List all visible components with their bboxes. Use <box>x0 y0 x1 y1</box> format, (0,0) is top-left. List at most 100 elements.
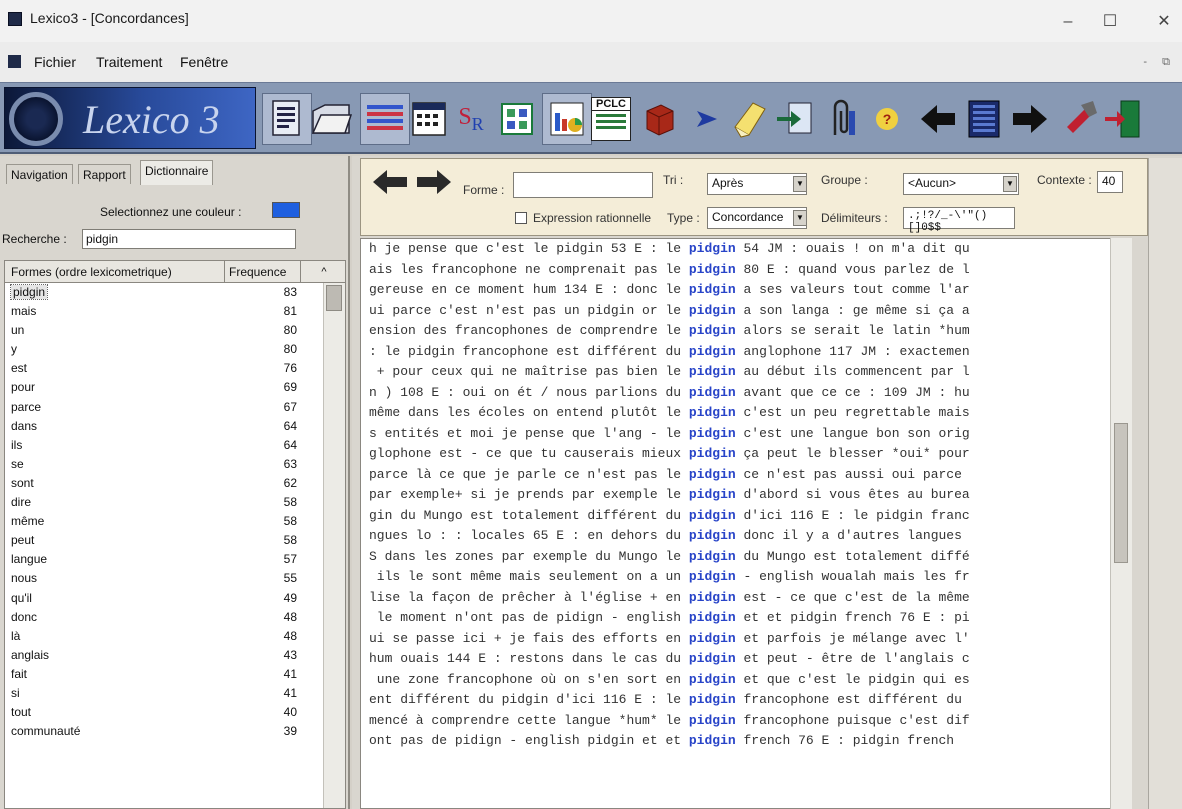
col-header-frequence[interactable]: Frequence <box>225 261 301 283</box>
delimiteurs-input[interactable]: .;!?/_-\'"()[]0$$ <box>903 207 1015 234</box>
exit-button[interactable] <box>1098 93 1148 145</box>
groupe-dropdown-icon[interactable]: ▼ <box>1003 176 1017 192</box>
concordance-line[interactable]: ui se passe ici + je fais des efforts en… <box>369 629 970 650</box>
concordance-line[interactable]: ais les francophone ne comprenait pas le… <box>369 260 970 281</box>
form-row[interactable]: peut 58 <box>5 531 323 550</box>
groupe-select[interactable]: <Aucun> <box>903 173 1019 195</box>
form-row[interactable]: fait 41 <box>5 665 323 684</box>
form-row[interactable]: ils 64 <box>5 436 323 455</box>
form-row[interactable]: qu'il 49 <box>5 589 323 608</box>
concordance-line[interactable]: glophone est - ce que tu causerais mieux… <box>369 444 970 465</box>
form-row[interactable]: dans 64 <box>5 417 323 436</box>
tri-dropdown-icon[interactable]: ▼ <box>793 176 807 192</box>
concordance-scrollbar-thumb[interactable] <box>1114 423 1128 563</box>
form-row[interactable]: est 76 <box>5 359 323 378</box>
form-row[interactable]: dire 58 <box>5 493 323 512</box>
concordance-line[interactable]: h je pense que c'est le pidgin 53 E : le… <box>369 239 970 260</box>
concordance-line[interactable]: + pour ceux qui ne maîtrise pas bien le … <box>369 362 970 383</box>
mdi-child-icon[interactable] <box>8 55 21 68</box>
type-dropdown-icon[interactable]: ▼ <box>793 210 807 226</box>
form-row[interactable]: mais 81 <box>5 302 323 321</box>
concordance-line[interactable]: ont pas de pidign - english pidgin et et… <box>369 731 970 752</box>
help-button[interactable]: ? <box>862 93 912 145</box>
tri-select[interactable]: Après <box>707 173 807 195</box>
color-swatch[interactable] <box>272 202 300 218</box>
menu-traitement[interactable]: Traitement <box>96 54 162 70</box>
forward-button[interactable] <box>1004 93 1054 145</box>
form-row[interactable]: pidgin 83 <box>5 283 323 302</box>
concordance-line[interactable]: hum ouais 144 E : restons dans le cas du… <box>369 649 970 670</box>
form-row[interactable]: si 41 <box>5 684 323 703</box>
concordance-scrollbar[interactable] <box>1110 238 1132 809</box>
concordance-line[interactable]: gereuse en ce moment hum 134 E : donc le… <box>369 280 970 301</box>
form-row[interactable]: tout 40 <box>5 703 323 722</box>
grid-button[interactable] <box>492 93 542 145</box>
search-input[interactable]: pidgin <box>82 229 296 249</box>
menu-fichier[interactable]: Fichier <box>34 54 76 70</box>
tab-dictionnaire[interactable]: Dictionnaire <box>140 160 214 185</box>
logo-text: Lexico 3 <box>83 97 220 142</box>
concordance-line[interactable]: par exemple+ si je prends par exemple le… <box>369 485 970 506</box>
regex-checkbox[interactable] <box>515 212 527 224</box>
form-row[interactable]: là 48 <box>5 627 323 646</box>
form-row[interactable]: sont 62 <box>5 474 323 493</box>
grid-arrow-button[interactable] <box>960 93 1010 145</box>
form-row[interactable]: se 63 <box>5 455 323 474</box>
concordance-line[interactable]: ui parce c'est n'est pas un pidgin or le… <box>369 301 970 322</box>
maximize-button[interactable]: ☐ <box>1096 10 1124 34</box>
paperclip-button[interactable] <box>816 93 866 145</box>
menu-fenetre[interactable]: Fenêtre <box>180 54 228 70</box>
form-row[interactable]: même 58 <box>5 512 323 531</box>
type-select[interactable]: Concordance <box>707 207 807 229</box>
open-folder-button[interactable] <box>306 93 356 145</box>
partition-button[interactable] <box>360 93 410 145</box>
close-button[interactable]: ✕ <box>1150 10 1178 34</box>
concordance-line[interactable]: n ) 108 E : oui on ét / nous parlions du… <box>369 383 970 404</box>
forms-scrollbar-thumb[interactable] <box>326 285 342 311</box>
forme-input[interactable] <box>513 172 653 198</box>
concordance-line[interactable]: s entités et moi je pense que l'ang - le… <box>369 424 970 445</box>
concordance-line[interactable]: une zone francophone où on s'en sort en … <box>369 670 970 691</box>
concordance-context-right: avant que ce ce : 109 JM : hu <box>735 384 970 400</box>
form-row[interactable]: pour 69 <box>5 378 323 397</box>
cube-button[interactable] <box>634 93 684 145</box>
form-row[interactable]: communauté 39 <box>5 722 323 741</box>
form-row[interactable]: un 80 <box>5 321 323 340</box>
concordance-line[interactable]: parce là ce que je parle ce n'est pas le… <box>369 465 970 486</box>
concordance-line[interactable]: ent différent du pidgin d'ici 116 E : le… <box>369 690 970 711</box>
form-row[interactable]: parce 67 <box>5 398 323 417</box>
concordance-line[interactable]: : le pidgin francophone est différent du… <box>369 342 970 363</box>
form-row[interactable]: langue 57 <box>5 550 323 569</box>
concordance-line[interactable]: ngues lo : : locales 65 E : en dehors du… <box>369 526 970 547</box>
col-header-forms[interactable]: Formes (ordre lexicometrique) <box>5 261 225 283</box>
tab-navigation[interactable]: Navigation <box>6 164 73 184</box>
pclc-button[interactable]: PCLC <box>586 93 636 145</box>
concordance-line[interactable]: S dans les zones par exemple du Mungo le… <box>369 547 970 568</box>
sort-icon[interactable]: ^ <box>301 261 345 283</box>
concordance-line[interactable]: même dans les écoles on entend plutôt le… <box>369 403 970 424</box>
chart-button[interactable] <box>542 93 592 145</box>
concordance-line[interactable]: ension des francophones de comprendre le… <box>369 321 970 342</box>
form-row[interactable]: y 80 <box>5 340 323 359</box>
concordance-line[interactable]: lise la façon de prêcher à l'église + en… <box>369 588 970 609</box>
edit-button[interactable] <box>726 93 776 145</box>
segments-repetes-button[interactable]: SR <box>446 93 496 145</box>
prev-arrow-icon[interactable] <box>371 167 409 197</box>
segmentation-button[interactable] <box>262 93 312 145</box>
contexte-input[interactable]: 40 <box>1097 171 1123 193</box>
concordance-line[interactable]: ils le sont même mais seulement on a un … <box>369 567 970 588</box>
export-button[interactable] <box>770 93 820 145</box>
forms-scrollbar[interactable] <box>323 283 345 808</box>
form-row[interactable]: donc 48 <box>5 608 323 627</box>
concordance-line[interactable]: le moment n'ont pas de pidign - english … <box>369 608 970 629</box>
back-button[interactable] <box>914 93 964 145</box>
form-row[interactable]: nous 55 <box>5 569 323 588</box>
form-row[interactable]: anglais 43 <box>5 646 323 665</box>
arrow-right-button[interactable] <box>682 93 732 145</box>
tab-rapport[interactable]: Rapport <box>78 164 131 184</box>
minimize-button[interactable]: – <box>1054 10 1082 34</box>
concordance-line[interactable]: gin du Mungo est totalement différent du… <box>369 506 970 527</box>
mdi-window-controls[interactable]: - ⧉ <box>1143 56 1176 69</box>
concordance-line[interactable]: mencé à comprendre cette langue *hum* le… <box>369 711 970 732</box>
next-arrow-icon[interactable] <box>415 167 453 197</box>
